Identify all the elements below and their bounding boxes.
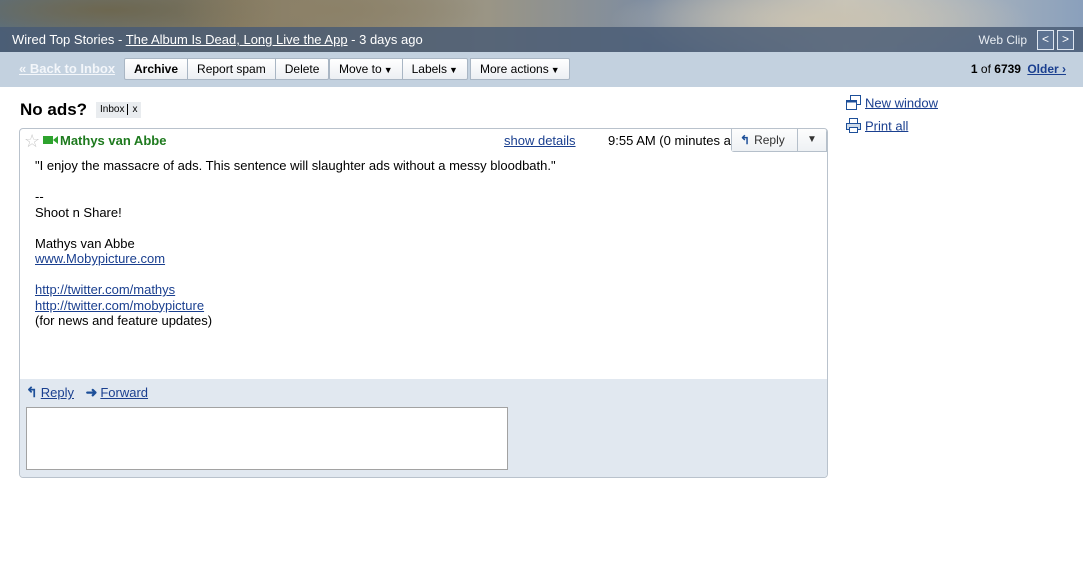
signature-note: (for news and feature updates) <box>35 313 213 328</box>
chevron-down-icon: ▼ <box>383 65 393 75</box>
printer-icon <box>846 118 861 136</box>
action-button-group: Archive Report spam Delete <box>124 58 330 80</box>
more-actions-label: More actions <box>480 62 549 76</box>
web-clip-next-button[interactable]: > <box>1057 30 1074 50</box>
star-icon[interactable]: ☆ <box>24 131 40 152</box>
web-clip-label: Web Clip <box>978 33 1027 47</box>
labels-label: Labels <box>411 62 447 76</box>
reply-actions: ↰ Reply ➜ Forward <box>26 384 156 401</box>
message-subject: No ads? <box>20 100 88 119</box>
web-clip-source: Wired Top Stories <box>12 32 115 47</box>
quick-reply-area: ↰ Reply ➜ Forward <box>20 379 827 477</box>
show-details-link[interactable]: show details <box>504 133 576 148</box>
more-actions-group: More actions ▼ <box>470 58 570 80</box>
message-card: ☆ Mathys van Abbe show details 9:55 AM (… <box>19 128 828 478</box>
signature-tagline: Shoot n Share! <box>35 204 122 220</box>
print-all-link[interactable]: Print all <box>865 118 908 133</box>
labels-dropdown[interactable]: Labels ▼ <box>402 58 468 80</box>
signature-name: Mathys van Abbe <box>35 235 135 251</box>
older-link[interactable]: Older › <box>1027 62 1066 76</box>
quick-reply-input[interactable] <box>26 407 508 470</box>
inbox-label-tag: Inbox x <box>96 102 142 118</box>
label-divider <box>127 104 129 115</box>
move-to-dropdown[interactable]: Move to ▼ <box>329 58 403 80</box>
sender-name[interactable]: Mathys van Abbe <box>60 133 166 148</box>
more-actions-dropdown[interactable]: More actions ▼ <box>470 58 570 80</box>
message-header: ☆ Mathys van Abbe show details 9:55 AM (… <box>20 129 827 155</box>
pager-total: 6739 <box>994 62 1021 76</box>
reply-split-button: ↰ Reply ▼ <box>731 129 827 152</box>
message-toolbar: « Back to Inbox Archive Report spam Dele… <box>0 52 1083 87</box>
message-body: "I enjoy the massacre of ads. This sente… <box>35 158 805 329</box>
move-to-label: Move to <box>339 62 382 76</box>
pager-position: 1 <box>970 62 978 76</box>
more-options-dropdown[interactable]: ▼ <box>798 129 826 151</box>
chevron-down-icon: ▼ <box>448 65 458 75</box>
move-label-group: Move to ▼ Labels ▼ <box>329 58 468 80</box>
signature-twitter-link[interactable]: http://twitter.com/mathys <box>35 282 175 297</box>
message-time: 9:55 AM (0 minutes ago) <box>608 133 750 148</box>
archive-button[interactable]: Archive <box>124 58 189 80</box>
web-clip-age: - 3 days ago <box>347 32 423 47</box>
report-spam-button[interactable]: Report spam <box>188 58 276 80</box>
remove-label-button[interactable]: x <box>132 104 137 115</box>
new-window-link[interactable]: New window <box>865 95 938 110</box>
reply-link[interactable]: Reply <box>41 385 74 400</box>
web-clip-headline-link[interactable]: The Album Is Dead, Long Live the App <box>126 32 348 47</box>
print-all-action[interactable]: Print all <box>846 118 908 136</box>
pager-of: of <box>977 62 995 76</box>
body-quote: "I enjoy the massacre of ads. This sente… <box>35 158 556 173</box>
web-clip-separator: - <box>114 32 126 47</box>
inbox-label-text[interactable]: Inbox <box>100 104 124 115</box>
back-to-inbox-link[interactable]: « Back to Inbox <box>19 61 115 76</box>
web-clip-bar: Wired Top Stories - The Album Is Dead, L… <box>0 27 1083 52</box>
reply-arrow-icon: ↰ <box>26 384 38 400</box>
delete-button[interactable]: Delete <box>275 58 330 80</box>
reply-arrow-icon: ↰ <box>740 133 751 147</box>
signature-twitter-link[interactable]: http://twitter.com/mobypicture <box>35 298 204 313</box>
pager: 1 of 6739 Older › <box>971 62 1066 76</box>
web-clip-text: Wired Top Stories - The Album Is Dead, L… <box>12 32 423 47</box>
signature-dashes: -- <box>35 189 44 204</box>
chevron-down-icon: ▼ <box>550 65 560 75</box>
web-clip-prev-button[interactable]: < <box>1037 30 1054 50</box>
forward-arrow-icon: ➜ <box>85 384 98 400</box>
video-chat-icon <box>43 136 58 144</box>
reply-button-label: Reply <box>754 133 785 147</box>
new-window-action[interactable]: New window <box>846 95 938 113</box>
reply-button[interactable]: ↰ Reply <box>732 129 798 151</box>
forward-link[interactable]: Forward <box>100 385 148 400</box>
signature-site-link[interactable]: www.Mobypicture.com <box>35 251 165 266</box>
new-window-icon <box>846 95 861 113</box>
